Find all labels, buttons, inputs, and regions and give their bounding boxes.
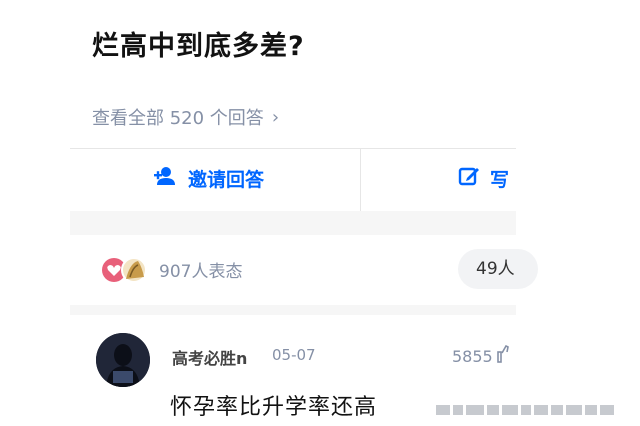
answer-date: 05-07 [272, 346, 316, 364]
watermark [436, 398, 640, 422]
invite-answer-label: 邀请回答 [188, 169, 265, 191]
view-all-label: 查看全部 520 个回答 [92, 108, 264, 129]
action-bar: 邀请回答 写 [70, 149, 516, 211]
like-count-value: 5855 [452, 346, 493, 366]
reaction-bar: 907人表态 49人 [70, 235, 538, 305]
question-header: 烂高中到底多差? 查看全部 520 个回答 › [0, 0, 640, 148]
edit-icon [458, 165, 480, 192]
invite-answer-button[interactable]: 邀请回答 [154, 165, 264, 192]
section-gap [70, 211, 516, 235]
add-user-icon [154, 166, 178, 191]
trophy-reaction-icon [121, 257, 147, 283]
avatar[interactable] [96, 333, 150, 387]
view-all-answers-link[interactable]: 查看全部 520 个回答 › [92, 104, 279, 130]
reaction-count: 907人表态 [159, 262, 243, 282]
answer-excerpt[interactable]: 怀孕率比升学率还高 [170, 389, 377, 421]
like-count[interactable]: 5855 [452, 344, 511, 367]
chevron-right-icon: › [271, 106, 280, 128]
question-title[interactable]: 烂高中到底多差? [92, 24, 305, 63]
reaction-icons[interactable] [100, 255, 156, 285]
write-answer-label: 写 [490, 169, 510, 191]
action-divider [360, 149, 361, 211]
like-icon [496, 344, 511, 367]
author-name[interactable]: 高考必胜n [172, 345, 247, 369]
write-answer-button[interactable]: 写 [458, 165, 509, 192]
section-gap [70, 305, 516, 315]
comment-count-pill[interactable]: 49人 [458, 249, 538, 289]
